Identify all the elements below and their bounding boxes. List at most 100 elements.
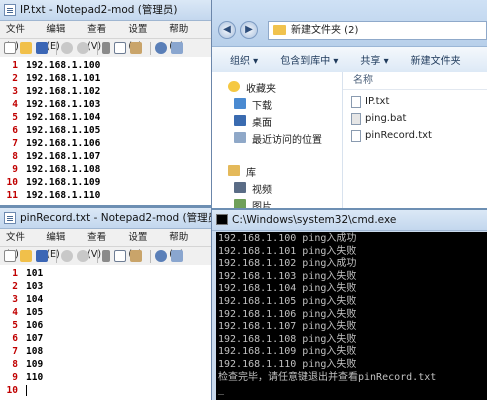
menu-settings[interactable]: 设置(S) (128, 21, 157, 52)
console-cursor: _ (218, 384, 225, 396)
console-line: 192.168.1.107 ping入失败 (218, 321, 357, 333)
line-text: 192.168.1.104 (26, 112, 101, 123)
notepad-pinrecord-titlebar[interactable]: pinRecord.txt - Notepad2-mod (管理员) (0, 208, 211, 229)
line-number: 5 (12, 112, 18, 123)
back-arrow-icon[interactable]: ◀ (218, 21, 236, 39)
nav-favorites[interactable]: 收藏夹 (228, 80, 276, 95)
line-number: 10 (6, 177, 18, 188)
redo-icon[interactable] (77, 42, 89, 54)
menu-file[interactable]: 文件(F) (6, 21, 34, 52)
download-folder-icon (234, 98, 246, 109)
menu-view[interactable]: 查看(V) (87, 229, 116, 260)
editor-line: 10 192.168.1.109 (0, 176, 211, 189)
organize-button[interactable]: 组织 ▾ (230, 52, 258, 67)
notepad-ip-titlebar[interactable]: IP.txt - Notepad2-mod (管理员) (0, 0, 211, 21)
file-list-pane: 名称 IP.txt ping.bat pinRecord.txt (343, 72, 487, 208)
replace-icon[interactable] (171, 42, 183, 54)
editor-line: 4 105 (0, 306, 211, 319)
toolbar-separator (97, 249, 98, 263)
file-item[interactable]: ping.bat (351, 113, 406, 125)
toolbar-separator (150, 249, 151, 263)
copy-icon[interactable] (114, 250, 126, 262)
paste-icon[interactable] (130, 42, 142, 54)
redo-icon[interactable] (77, 250, 89, 262)
nav-desktop[interactable]: 桌面 (234, 114, 272, 129)
forward-arrow-icon[interactable]: ▶ (240, 21, 258, 39)
editor-line: 8 192.168.1.107 (0, 150, 211, 163)
line-text: 192.168.1.107 (26, 151, 101, 162)
file-item[interactable]: pinRecord.txt (351, 130, 432, 142)
line-text: 101 (26, 268, 44, 279)
address-path: 新建文件夹 (2) (291, 25, 359, 36)
nav-libraries[interactable]: 库 (228, 164, 256, 179)
open-folder-icon[interactable] (20, 250, 32, 262)
picture-icon (234, 199, 246, 208)
save-icon[interactable] (36, 250, 48, 262)
console-output[interactable]: 192.168.1.100 ping入成功 192.168.1.101 ping… (216, 232, 487, 400)
line-text: 192.168.1.100 (26, 60, 101, 71)
cut-icon[interactable] (102, 250, 110, 262)
console-line: 192.168.1.103 ping入失败 (218, 270, 357, 282)
find-icon[interactable] (155, 250, 167, 262)
new-folder-button[interactable]: 新建文件夹 (411, 52, 461, 67)
nav-videos[interactable]: 视频 (234, 181, 272, 196)
menu-settings[interactable]: 设置(S) (128, 229, 157, 260)
line-text: 106 (26, 320, 44, 331)
text-file-icon (351, 130, 361, 142)
column-header-name[interactable]: 名称 (343, 72, 487, 90)
toolbar-separator (56, 41, 57, 55)
video-icon (234, 182, 246, 193)
console-line: 192.168.1.102 ping入成功 (218, 258, 357, 270)
editor-line: 3 192.168.1.102 (0, 85, 211, 98)
file-name: pinRecord.txt (365, 130, 432, 141)
line-text: 107 (26, 333, 44, 344)
menu-help[interactable]: 帮助(H) (169, 21, 199, 52)
menu-file[interactable]: 文件(F) (6, 229, 34, 260)
nav-label: 库 (246, 168, 256, 179)
menu-view[interactable]: 查看(V) (87, 21, 116, 52)
share-button[interactable]: 共享 ▾ (360, 52, 388, 67)
replace-icon[interactable] (171, 250, 183, 262)
editor-line: 9 110 (0, 371, 211, 384)
line-text: 192.168.1.108 (26, 164, 101, 175)
undo-icon[interactable] (61, 250, 73, 262)
find-icon[interactable] (155, 42, 167, 54)
menu-help[interactable]: 帮助(H) (169, 229, 199, 260)
address-bar[interactable]: 新建文件夹 (2) (268, 21, 487, 40)
editor-line: 3 104 (0, 293, 211, 306)
nav-recent[interactable]: 最近访问的位置 (234, 131, 322, 146)
undo-icon[interactable] (61, 42, 73, 54)
paste-icon[interactable] (130, 250, 142, 262)
line-text: 192.168.1.109 (26, 177, 101, 188)
console-line: 192.168.1.105 ping入失败 (218, 295, 357, 307)
new-file-icon[interactable] (4, 250, 16, 262)
save-icon[interactable] (36, 42, 48, 54)
notepad-pinrecord-title: pinRecord.txt - Notepad2-mod (管理员) (20, 212, 211, 224)
cut-icon[interactable] (102, 42, 110, 54)
menu-edit[interactable]: 编辑(E) (46, 21, 75, 52)
nav-downloads[interactable]: 下载 (234, 97, 272, 112)
include-in-library-button[interactable]: 包含到库中 ▾ (280, 52, 338, 67)
copy-icon[interactable] (114, 42, 126, 54)
line-number: 7 (12, 138, 18, 149)
line-number: 2 (12, 281, 18, 292)
nav-label: 收藏夹 (246, 84, 276, 95)
gear-file-icon (351, 113, 361, 125)
menu-edit[interactable]: 编辑(E) (46, 229, 75, 260)
notepad-ip-editor[interactable]: 1 192.168.1.100 2 192.168.1.101 3 192.168.1… (0, 57, 211, 205)
line-number: 11 (6, 190, 18, 201)
file-item[interactable]: IP.txt (351, 96, 389, 108)
line-text: 108 (26, 346, 44, 357)
nav-pictures[interactable]: 图片 (234, 198, 272, 208)
notepad-pinrecord-editor[interactable]: 1 101 2 103 3 104 4 105 5 106 6 107 7 108 8 109 … (0, 265, 211, 400)
new-file-icon[interactable] (4, 42, 16, 54)
folder-icon (273, 25, 286, 35)
toolbar-separator (56, 249, 57, 263)
line-number: 6 (12, 125, 18, 136)
explorer-header: ◀ ▶ 新建文件夹 (2) (212, 0, 487, 47)
line-text: 192.168.1.110 (26, 190, 101, 201)
editor-line: 4 192.168.1.103 (0, 98, 211, 111)
line-text: 192.168.1.103 (26, 99, 101, 110)
open-folder-icon[interactable] (20, 42, 32, 54)
cmd-titlebar[interactable]: C:\Windows\system32\cmd.exe (212, 210, 487, 231)
